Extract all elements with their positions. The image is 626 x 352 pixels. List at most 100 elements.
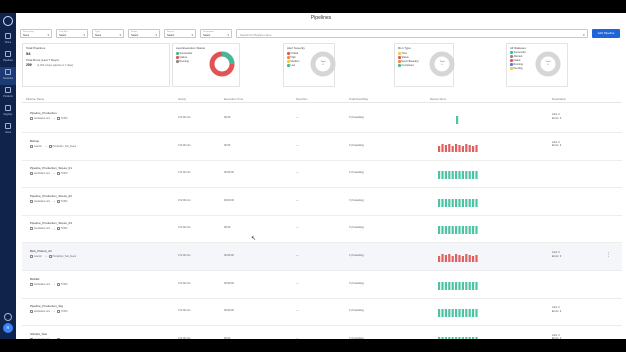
recent-runs-sparkline[interactable] [436,195,480,209]
run-bar [441,171,444,180]
table-row[interactable]: Bick_Pullout_All Lowmin ⇢ Production_Test_… [22,243,622,271]
run-bar [444,226,447,235]
run-bar [438,145,441,152]
filter-processing[interactable]: Processing None ▾ [20,29,52,38]
pipeline-source-target: Lowmin ⇢ Production_Test_Event [30,255,76,258]
next-run-value: — [296,309,299,313]
total-runs-value: 3 (Yesterday) [349,254,364,257]
run-bar [438,281,441,290]
run-bar [444,198,447,207]
col-execution-time[interactable]: Execution Time [224,97,243,101]
table-row[interactable]: Pipeline_Production_Stress_02 destination… [22,188,622,216]
pipeline-name[interactable]: Shinkel_Test [30,332,47,336]
sidebar-item-users[interactable]: Users [0,121,16,139]
filter-last-run[interactable]: Last Run Select ▾ [56,29,88,38]
more-options-icon[interactable]: ⋮ [606,252,611,258]
col-hourly[interactable]: Hourly [178,97,186,101]
execution-time-value: 00:00:00 [224,309,234,313]
legend-dot [510,67,513,70]
legend-dot [287,56,290,59]
run-bar [455,336,458,339]
recent-runs-sparkline[interactable] [436,112,480,126]
run-bar [441,281,444,290]
target-label: TOPIC [60,118,68,121]
recent-runs-sparkline[interactable] [436,305,480,319]
col-destination[interactable]: Destination [552,97,566,101]
table-row[interactable]: Shinkel_Testdestination.com⇢ TOPIC 0 hr:0… [22,326,622,339]
table-row[interactable]: Pipeline_Production_Stress_01 destination… [22,160,622,189]
pipeline-name[interactable]: Pipeline_Production_Stress_02 [30,194,72,198]
recent-runs-sparkline[interactable] [436,278,480,292]
search-input[interactable]: Search for Pipeline name ⌕ [236,29,588,38]
run-bar [461,336,464,339]
filter-label: Last Run [59,30,68,33]
chevron-down-icon: ▾ [47,33,49,37]
topic-icon [56,227,60,231]
run-bar [465,143,468,152]
run-bar [458,171,461,180]
status-donut: Total 54 [209,51,235,77]
run-bar [458,198,461,207]
filter-value: Select [167,34,175,37]
run-bar [468,255,471,262]
home-icon [5,33,11,39]
table-row[interactable]: Bishop Lowmin ⇢ Production_Test_Event 0 hr:… [22,133,622,161]
pipeline-name[interactable]: Pipeline_Production [30,111,57,115]
run-bar [438,256,441,262]
run-bar [468,144,471,152]
run-bar [458,336,461,339]
run-bar [455,281,458,290]
legend-dot [287,60,290,63]
chevron-down-icon: ▾ [155,33,157,37]
run-bar [472,336,475,339]
sidebar-item-pipelines[interactable]: Pipelines [0,49,16,67]
run-bar [455,226,458,235]
sidebar-item-registry[interactable]: Registry [0,103,16,121]
filter-status[interactable]: Status Select ▾ [128,29,160,38]
run-bar [455,254,458,262]
topic-icon [56,310,60,314]
pipeline-name[interactable]: Pipeline_Production_Stress_03 [30,221,72,225]
col-pipeline-name[interactable]: Pipeline Name [26,97,44,101]
destination-value: Jobs: 0 Errors: 0 [552,140,562,148]
table-row[interactable]: Pipeline_Production_Stress_03 destination… [22,215,622,244]
filter-source[interactable]: Source Select ▾ [164,29,196,38]
table-row[interactable]: BAKE1 destination.com ⇢ TOPIC 0 hr:00 min 00… [22,271,622,299]
col-total-runs[interactable]: Total Runs/Day [349,97,368,101]
recent-runs-sparkline[interactable] [436,167,480,181]
donut-center: Total 0 [545,61,551,66]
next-run-value: — [296,281,299,285]
sidebar-item-networks[interactable]: Networks [0,67,16,85]
filter-type[interactable]: Type None ▾ [92,29,124,38]
sidebar-item-products[interactable]: Products [0,85,16,103]
recent-runs-bars [438,281,478,290]
recent-runs-sparkline[interactable] [436,250,480,264]
pipeline-name[interactable]: Pipeline_Production_Stress_01 [30,166,72,170]
legend-event: Event Based(s) [398,60,419,63]
filter-destination[interactable]: Destination Select ▾ [200,29,232,38]
search-icon: ⌕ [582,31,585,37]
pipeline-name[interactable]: Bishop [30,139,39,143]
filter-label: Destination [203,30,214,33]
run-bar [444,144,447,152]
table-row[interactable]: Pipeline_Production destination.com ⇢ TOPI… [22,105,622,133]
pipeline-name[interactable]: Pipeline_Production_Stg [30,304,63,308]
sidebar-item-home[interactable]: Home [0,31,16,49]
execution-time-value: 00:00:00 [224,281,234,285]
add-pipeline-button[interactable]: Add Pipeline [592,29,620,38]
source-label: Lowmin [34,145,42,148]
avatar[interactable]: R [3,323,13,333]
pipeline-name[interactable]: BAKE1 [30,277,40,281]
recent-runs-sparkline[interactable] [436,140,480,154]
col-next-run[interactable]: Next Run [296,97,308,101]
legend-dot [510,63,513,66]
statuses-donut: Total 0 [535,51,561,77]
table-row[interactable]: Pipeline_Production_Stg destination.com ⇢ … [22,298,622,327]
recent-runs-bars [438,226,478,235]
gear-icon[interactable] [4,313,12,321]
arrow-icon: ⇢ [53,118,56,121]
pipeline-name[interactable]: Bick_Pullout_All [30,249,52,253]
recent-runs-sparkline[interactable] [436,222,480,236]
arrow-icon: ⇢ [53,283,56,286]
recent-runs-sparkline[interactable] [436,333,480,339]
